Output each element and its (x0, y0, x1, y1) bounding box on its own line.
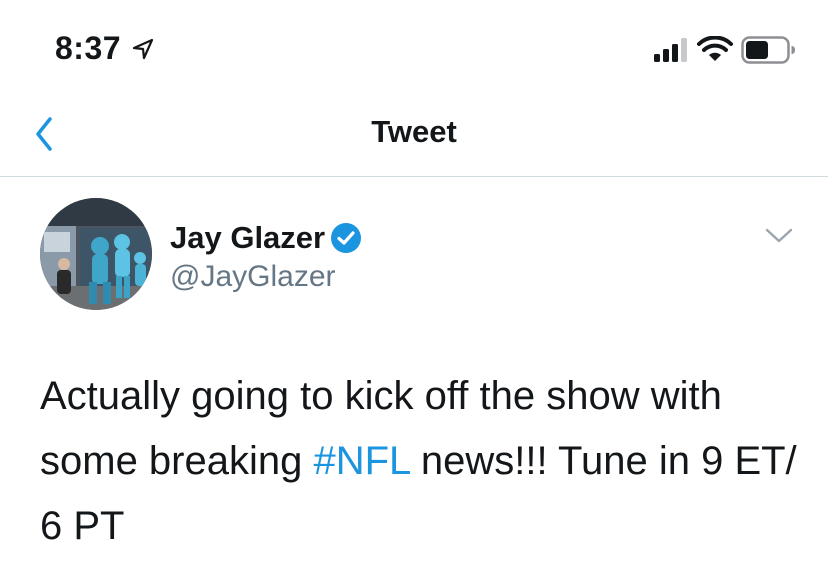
navigation-bar: Tweet (0, 96, 828, 177)
status-bar: 8:37 (0, 0, 828, 96)
chevron-down-icon (765, 228, 793, 243)
cellular-signal-icon (654, 38, 687, 62)
wifi-icon (697, 36, 733, 61)
page-title: Tweet (371, 114, 457, 149)
tweet-text: Actually going to kick off the show with… (40, 364, 800, 559)
tweet-options-button[interactable] (764, 226, 794, 246)
avatar[interactable] (40, 198, 152, 310)
status-time: 8:37 (55, 30, 122, 66)
tweet-card: Jay Glazer @JayGlazer Actually going to … (0, 178, 828, 563)
author-handle[interactable]: @JayGlazer (170, 260, 336, 294)
battery-icon (741, 36, 795, 64)
hashtag-link[interactable]: #NFL (313, 439, 409, 483)
location-arrow-icon (132, 38, 154, 60)
avatar-photo (40, 198, 152, 310)
verified-badge-icon (331, 223, 361, 253)
author-name[interactable]: Jay Glazer (170, 220, 325, 256)
